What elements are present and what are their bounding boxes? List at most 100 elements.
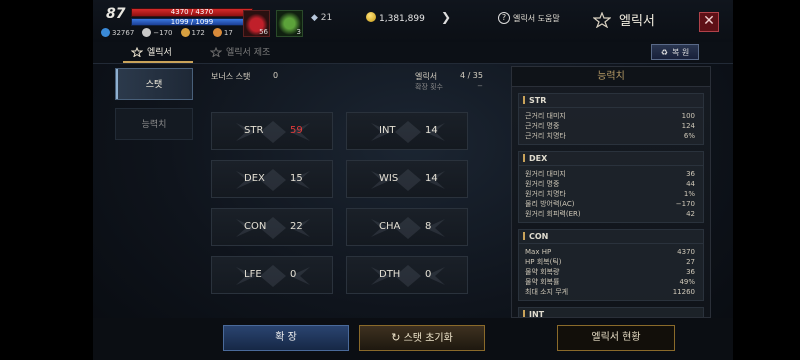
window-title-text: 엘릭서	[619, 14, 655, 29]
tab-elixir[interactable]: 엘릭서	[131, 45, 172, 58]
stat-value: 15	[290, 173, 303, 184]
bonus-label: 보너스 스탯	[211, 72, 251, 81]
shield-icon	[212, 28, 222, 37]
tab-elixir-craft-label: 엘릭서 제조	[226, 48, 271, 58]
stat-value: 0	[290, 269, 297, 280]
stat-card-con[interactable]: CON 22	[211, 208, 333, 246]
ability-label: 근거리 치명타	[525, 132, 566, 140]
wing-emblem-icon	[236, 217, 310, 239]
hp-text: 4370 / 4370	[170, 8, 214, 16]
stat-card-lfe[interactable]: LFE 0	[211, 256, 333, 294]
stat-name: CON	[244, 221, 267, 232]
hp-bar: 4370 / 4370	[131, 8, 253, 17]
wing-emblem-icon	[236, 169, 310, 191]
ability-row: 최대 소지 무게 11260	[519, 287, 703, 300]
adena-value: 1,381,899	[379, 14, 425, 24]
restore-button[interactable]: ♻ 복 원	[651, 44, 699, 60]
stat-card-wis[interactable]: WIS 14	[346, 160, 468, 198]
stat-card-cha[interactable]: CHA 8	[346, 208, 468, 246]
ability-label: 물약 회복률	[525, 278, 560, 286]
group-title: STR	[519, 94, 703, 108]
question-icon: ?	[498, 12, 510, 24]
stat-value: 22	[290, 221, 303, 232]
screen: 87 4370 / 4370 1099 / 1099 32767 −170 17…	[0, 0, 800, 360]
elixir-label: 엘릭서	[415, 72, 438, 81]
ability-label: Max HP	[525, 248, 552, 256]
potion-count: 56	[259, 28, 268, 36]
ability-row: 근거리 치명타 6%	[519, 131, 703, 144]
refresh-icon: ↻	[391, 331, 401, 344]
wing-emblem-icon	[371, 265, 445, 287]
ability-row: 원거리 치명타 1%	[519, 189, 703, 199]
chevron-right-icon[interactable]: ❯	[441, 10, 451, 24]
ability-label: 근거리 대미지	[525, 112, 566, 120]
ability-group-str: STR 근거리 대미지 100 근거리 명중 124 근거리 치명타 6%	[518, 93, 704, 145]
restore-label: 복 원	[671, 47, 690, 57]
left-nav: 스탯 능력치	[113, 66, 195, 316]
mp-bar: 1099 / 1099	[131, 18, 253, 26]
scroll-count: 3	[296, 28, 301, 36]
expand-button[interactable]: 확 장	[223, 325, 349, 351]
reset-stats-button[interactable]: ↻ 스탯 초기화	[359, 325, 485, 351]
group-title: DEX	[519, 152, 703, 166]
stat-value: 0	[425, 269, 432, 280]
bottom-bar: 확 장 ↻ 스탯 초기화 엘릭서 현황	[93, 318, 733, 360]
abilities-title: 능력치	[512, 67, 710, 87]
ability-row: 근거리 대미지 100	[519, 108, 703, 121]
ability-label: 원거리 명중	[525, 180, 560, 188]
potion-slot[interactable]: 56	[243, 10, 270, 37]
stat-name: CHA	[379, 221, 401, 232]
stat-value: 14	[425, 173, 438, 184]
wing-emblem-icon	[236, 121, 310, 143]
ability-value: 1%	[683, 190, 695, 198]
stat-card-int[interactable]: INT 14	[346, 112, 468, 150]
elixir-status-button[interactable]: 엘릭서 현황	[557, 325, 675, 351]
elixir-tab-icon	[131, 46, 143, 57]
stat-card-dth[interactable]: DTH 0	[346, 256, 468, 294]
close-button[interactable]: ✕	[699, 12, 719, 32]
ability-value: 100	[681, 112, 695, 120]
stat-name: WIS	[379, 173, 399, 184]
group-title: INT	[519, 308, 703, 317]
stat-value: 59	[290, 125, 303, 136]
stat-a-value: −170	[153, 28, 173, 37]
stat-card-dex[interactable]: DEX 15	[211, 160, 333, 198]
help-button[interactable]: ? 엘릭서 도움말	[498, 12, 560, 24]
diamond-icon: ◆	[311, 13, 318, 23]
ability-label: 원거리 치명타	[525, 190, 566, 198]
bonus-stat: 보너스 스탯 0	[211, 71, 278, 82]
ability-value: −170	[675, 200, 695, 208]
ability-value: 6%	[683, 132, 695, 140]
scroll-slot[interactable]: 3	[276, 10, 303, 37]
wing-emblem-icon	[236, 265, 310, 287]
stat-card-str[interactable]: STR 59	[211, 112, 333, 150]
stat-name: STR	[244, 125, 264, 136]
stat-c-value: 17	[223, 28, 233, 37]
tab-elixir-craft[interactable]: 엘릭서 제조	[210, 45, 270, 58]
ability-row: 물리 방어력(AC) −170	[519, 199, 703, 209]
ability-value: 36	[686, 268, 695, 276]
group-title: CON	[519, 230, 703, 244]
diamond-counter: ◆ 21	[311, 13, 332, 23]
stat-name: INT	[379, 125, 396, 136]
status-bar: 87 4370 / 4370 1099 / 1099 32767 −170 17…	[93, 0, 733, 42]
reset-stats-label: 스탯 초기화	[403, 333, 453, 344]
ability-value: 11260	[672, 288, 695, 296]
player-level: 87	[106, 6, 126, 22]
abilities-panel[interactable]: 능력치 STR 근거리 대미지 100 근거리 명중 124 근거리 치명타 6% D…	[511, 66, 711, 318]
ability-value: 27	[686, 258, 695, 266]
nav-abilities[interactable]: 능력치	[115, 108, 193, 140]
ability-row: 원거리 명중 44	[519, 179, 703, 189]
elixir-emblem-icon	[593, 11, 611, 28]
ability-group-con: CON Max HP 4370 HP 회복(틱) 27 물약 회복량 36 물약 회복…	[518, 229, 704, 301]
ability-row: 물약 회복률 49%	[519, 277, 703, 287]
coin-icon	[366, 12, 376, 22]
ac-value: 32767	[112, 28, 135, 37]
craft-tab-icon	[210, 46, 222, 57]
wing-emblem-icon	[371, 121, 445, 143]
ability-row: Max HP 4370	[519, 244, 703, 257]
window-title: 엘릭서	[593, 10, 655, 29]
nav-stats[interactable]: 스탯	[115, 68, 193, 100]
stats-panel: 보너스 스탯 0 엘릭서 4 / 35 확장 횟수 − STR 59 INT 1…	[201, 66, 503, 316]
tab-bar: 엘릭서 엘릭서 제조 ♻ 복 원	[93, 42, 733, 64]
